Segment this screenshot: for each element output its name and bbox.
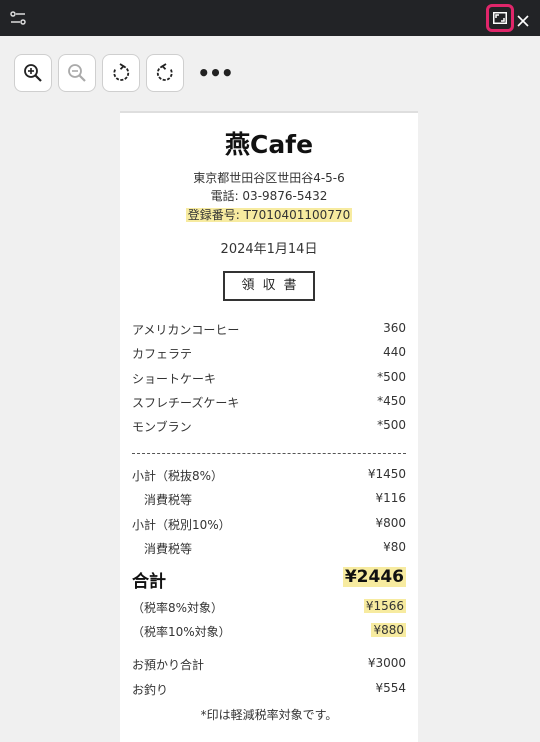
deposit-label: お預かり合計 xyxy=(132,658,205,672)
sliders-icon[interactable] xyxy=(10,10,26,26)
total-value: ¥2446 xyxy=(342,567,406,587)
total-row: 合計 ¥2446 xyxy=(132,567,406,592)
item-name: カフェラテ xyxy=(132,347,193,361)
item-row: スフレチーズケーキ *450 xyxy=(132,394,406,412)
registration-line: 登録番号: T7010401100770 xyxy=(120,206,418,223)
item-name: ショートケーキ xyxy=(132,372,217,386)
item-name: モンブラン xyxy=(132,420,192,434)
total-label: 合計 xyxy=(132,572,166,592)
item-name: アメリカンコーヒー xyxy=(132,323,240,337)
subtotal-8-label: 小計（税抜8%） xyxy=(132,469,224,483)
tax-8-value: ¥116 xyxy=(375,491,406,505)
title-bar xyxy=(0,0,540,36)
more-options-button[interactable]: ••• xyxy=(197,54,233,92)
change-label: お釣り xyxy=(132,683,169,697)
receipt-document: 燕Cafe 東京都世田谷区世田谷4-5-6 電話: 03-9876-5432 登… xyxy=(120,111,418,742)
subtotal-8-value: ¥1450 xyxy=(367,467,406,481)
item-name: スフレチーズケーキ xyxy=(132,396,240,410)
rate-10-row: （税率10%対象） ¥880 xyxy=(132,623,406,641)
rate-8-label: （税率8%対象） xyxy=(132,601,224,615)
rate-10-value: ¥880 xyxy=(371,623,406,637)
tax-10-value: ¥80 xyxy=(383,540,406,554)
registration-number: 登録番号: T7010401100770 xyxy=(185,208,353,222)
expand-icon xyxy=(493,12,507,24)
zoom-in-button[interactable] xyxy=(14,54,52,92)
item-price: 360 xyxy=(383,321,406,335)
rate-10-label: （税率10%対象） xyxy=(132,625,231,639)
deposit-value: ¥3000 xyxy=(367,656,406,670)
item-row: ショートケーキ *500 xyxy=(132,370,406,388)
rate-8-row: （税率8%対象） ¥1566 xyxy=(132,599,406,617)
item-row: モンブラン *500 xyxy=(132,418,406,436)
rotate-counterclockwise-button[interactable] xyxy=(146,54,184,92)
rotate-clockwise-button[interactable] xyxy=(102,54,140,92)
item-price: *500 xyxy=(377,370,406,384)
subtotal-10-row: 小計（税別10%） ¥800 xyxy=(132,516,406,534)
item-row: カフェラテ 440 xyxy=(132,345,406,363)
tax-10-row: 消費税等 ¥80 xyxy=(132,540,406,558)
item-price: 440 xyxy=(383,345,406,359)
close-icon[interactable] xyxy=(517,12,529,27)
shop-address: 東京都世田谷区世田谷4-5-6 xyxy=(193,171,345,185)
dashed-divider xyxy=(132,453,406,454)
subtotal-10-label: 小計（税別10%） xyxy=(132,518,231,532)
rate-8-value: ¥1566 xyxy=(363,599,406,613)
item-price: *450 xyxy=(377,394,406,408)
item-row: アメリカンコーヒー 360 xyxy=(132,321,406,339)
subtotal-8-row: 小計（税抜8%） ¥1450 xyxy=(132,467,406,485)
rotate-clockwise-icon xyxy=(113,63,130,81)
zoom-in-icon xyxy=(24,64,42,82)
zoom-out-button[interactable] xyxy=(58,54,96,92)
subtotal-10-value: ¥800 xyxy=(375,516,406,530)
change-row: お釣り ¥554 xyxy=(132,681,406,699)
tax-10-label: 消費税等 xyxy=(144,542,193,556)
change-value: ¥554 xyxy=(375,681,406,695)
rotate-counterclockwise-icon xyxy=(156,63,173,81)
zoom-out-icon xyxy=(68,64,86,82)
deposit-row: お預かり合計 ¥3000 xyxy=(132,656,406,674)
receipt-date: 2024年1月14日 xyxy=(220,242,318,257)
shop-name: 燕Cafe xyxy=(224,130,314,159)
shop-phone: 電話: 03-9876-5432 xyxy=(210,189,328,203)
reduced-tax-note: *印は軽減税率対象です。 xyxy=(200,708,338,722)
item-price: *500 xyxy=(377,418,406,432)
tax-8-row: 消費税等 ¥116 xyxy=(132,491,406,509)
receipt-title: 領収書 xyxy=(223,271,315,301)
expand-button[interactable] xyxy=(486,4,514,32)
tax-8-label: 消費税等 xyxy=(144,493,193,507)
